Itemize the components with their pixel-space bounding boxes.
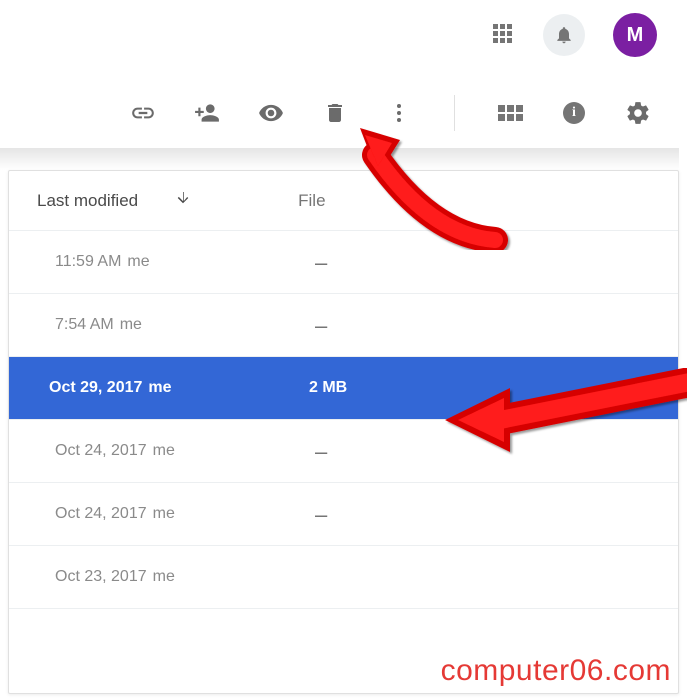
trash-icon	[323, 101, 347, 125]
more-actions-button[interactable]	[386, 100, 412, 126]
sort-arrow-icon[interactable]	[174, 189, 192, 212]
file-row[interactable]: Oct 24, 2017 me –	[9, 483, 678, 546]
column-header-row: Last modified File	[9, 171, 678, 231]
modified-time: 11:59 AM	[55, 253, 121, 270]
eye-icon	[258, 100, 284, 126]
preview-button[interactable]	[258, 100, 284, 126]
details-button[interactable]: i	[561, 100, 587, 126]
more-vert-icon	[387, 101, 411, 125]
row-size: –	[315, 320, 327, 331]
modified-time: Oct 29, 2017	[49, 379, 142, 396]
avatar-initial: M	[627, 24, 644, 47]
row-owner: me	[153, 568, 175, 585]
file-row[interactable]: 7:54 AM me –	[9, 294, 678, 357]
modified-time: Oct 23, 2017	[55, 568, 147, 585]
view-toggle-button[interactable]	[497, 100, 523, 126]
share-button[interactable]	[194, 100, 220, 126]
modified-time: 7:54 AM	[55, 316, 114, 333]
toolbar-divider	[454, 95, 455, 131]
watermark-text: computer06.com	[441, 654, 671, 688]
apps-grid-icon[interactable]	[493, 24, 515, 46]
grid-view-icon	[498, 105, 523, 121]
panel-shadow	[0, 148, 679, 170]
file-rows: 11:59 AMme–7:54 AMme–Oct 29, 2017me2 MBO…	[9, 231, 678, 609]
get-link-button[interactable]	[130, 100, 156, 126]
file-row[interactable]: 11:59 AM me –	[9, 231, 678, 294]
row-size: –	[315, 446, 327, 457]
modified-time: Oct 24, 2017	[55, 442, 147, 459]
file-row[interactable]: Oct 23, 2017 me	[9, 546, 678, 609]
arrow-down-icon	[174, 189, 192, 207]
row-modified: Oct 24, 2017 me	[55, 442, 315, 460]
app-header: M	[0, 0, 687, 70]
row-modified: 11:59 AM me	[55, 253, 315, 271]
action-toolbar: i	[114, 75, 667, 150]
row-modified: Oct 29, 2017 me	[49, 379, 309, 397]
row-owner: me	[153, 442, 175, 459]
link-icon	[130, 100, 156, 126]
row-size: 2 MB	[309, 379, 347, 397]
info-icon: i	[563, 102, 585, 124]
row-size: –	[315, 509, 327, 520]
file-row[interactable]: Oct 24, 2017 me –	[9, 420, 678, 483]
row-owner: me	[153, 505, 175, 522]
row-size: –	[315, 257, 327, 268]
notifications-button[interactable]	[543, 14, 585, 56]
column-last-modified[interactable]: Last modified	[37, 191, 138, 211]
person-add-icon	[194, 100, 220, 126]
account-avatar[interactable]: M	[613, 13, 657, 57]
settings-button[interactable]	[625, 100, 651, 126]
row-modified: Oct 24, 2017 me	[55, 505, 315, 523]
column-file-size[interactable]: File	[298, 191, 325, 211]
file-list-panel: Last modified File 11:59 AM me – 7:54 AM me –…	[8, 170, 679, 694]
row-owner: me	[127, 253, 149, 270]
row-modified: Oct 23, 2017 me	[55, 568, 315, 586]
file-row[interactable]: Oct 29, 2017 me 2 MB	[9, 357, 678, 420]
row-owner: me	[120, 316, 142, 333]
bell-icon	[554, 25, 574, 45]
delete-button[interactable]	[322, 100, 348, 126]
modified-time: Oct 24, 2017	[55, 505, 147, 522]
gear-icon	[625, 100, 651, 126]
row-owner: me	[148, 379, 171, 396]
row-modified: 7:54 AM me	[55, 316, 315, 334]
